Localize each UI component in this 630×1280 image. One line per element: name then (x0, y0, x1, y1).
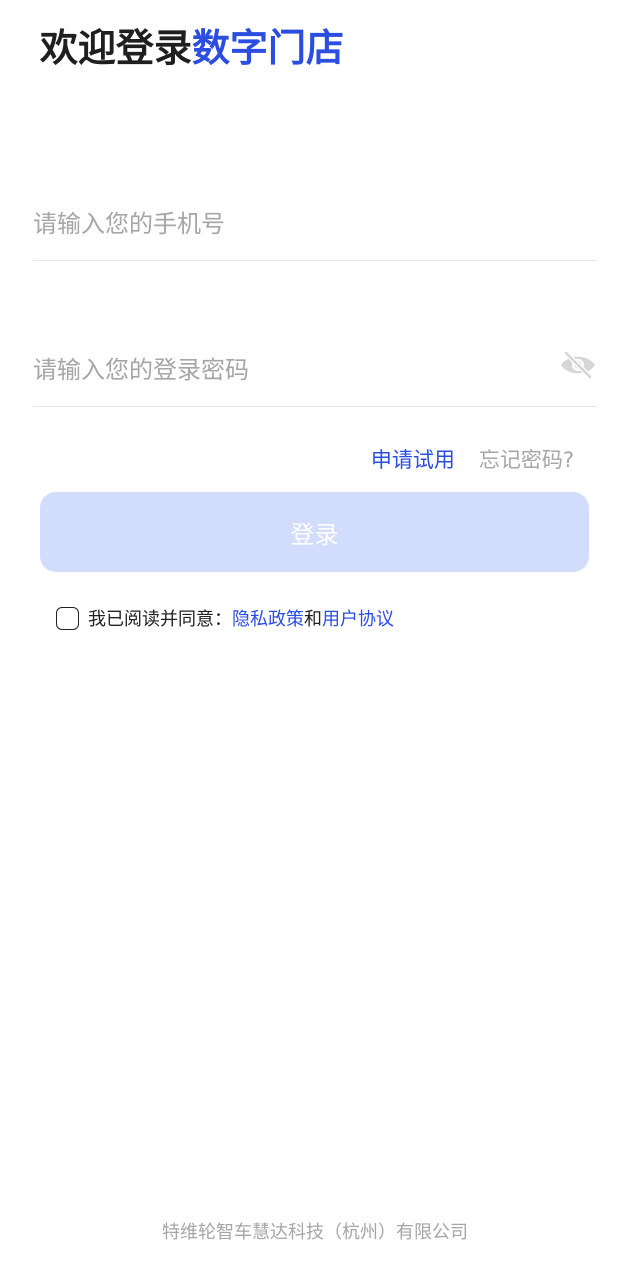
password-input[interactable] (33, 354, 533, 386)
footer-company: 特维轮智车慧达科技（杭州）有限公司 (162, 1222, 468, 1243)
apply-trial-link[interactable]: 申请试用 (371, 444, 455, 474)
privacy-policy-link[interactable]: 隐私政策 (232, 605, 304, 631)
forgot-password-link[interactable]: 忘记密码? (479, 444, 574, 474)
password-field (33, 336, 597, 407)
phone-field (33, 190, 597, 261)
agreement-prefix: 我已阅读并同意： (88, 609, 232, 630)
agreement-checkbox[interactable] (56, 606, 79, 630)
auxiliary-links: 申请试用 忘记密码? (371, 442, 574, 476)
login-button[interactable]: 登录 (40, 492, 589, 572)
page-title: 欢迎登录数字门店 (40, 24, 344, 72)
phone-input[interactable] (33, 208, 533, 240)
title-prefix: 欢迎登录 (40, 26, 193, 70)
agreement-row: 我已阅读并同意： 隐私政策 和 用户协议 (56, 604, 394, 632)
login-page: 欢迎登录数字门店 申请试用 忘记密码? 登录 我已阅读并同意： 隐私政策 和 用… (0, 0, 630, 1280)
title-highlight: 数字门店 (192, 26, 345, 70)
eye-off-icon[interactable] (559, 350, 597, 380)
user-agreement-link[interactable]: 用户协议 (322, 605, 394, 631)
agreement-conjunction: 和 (304, 609, 322, 630)
